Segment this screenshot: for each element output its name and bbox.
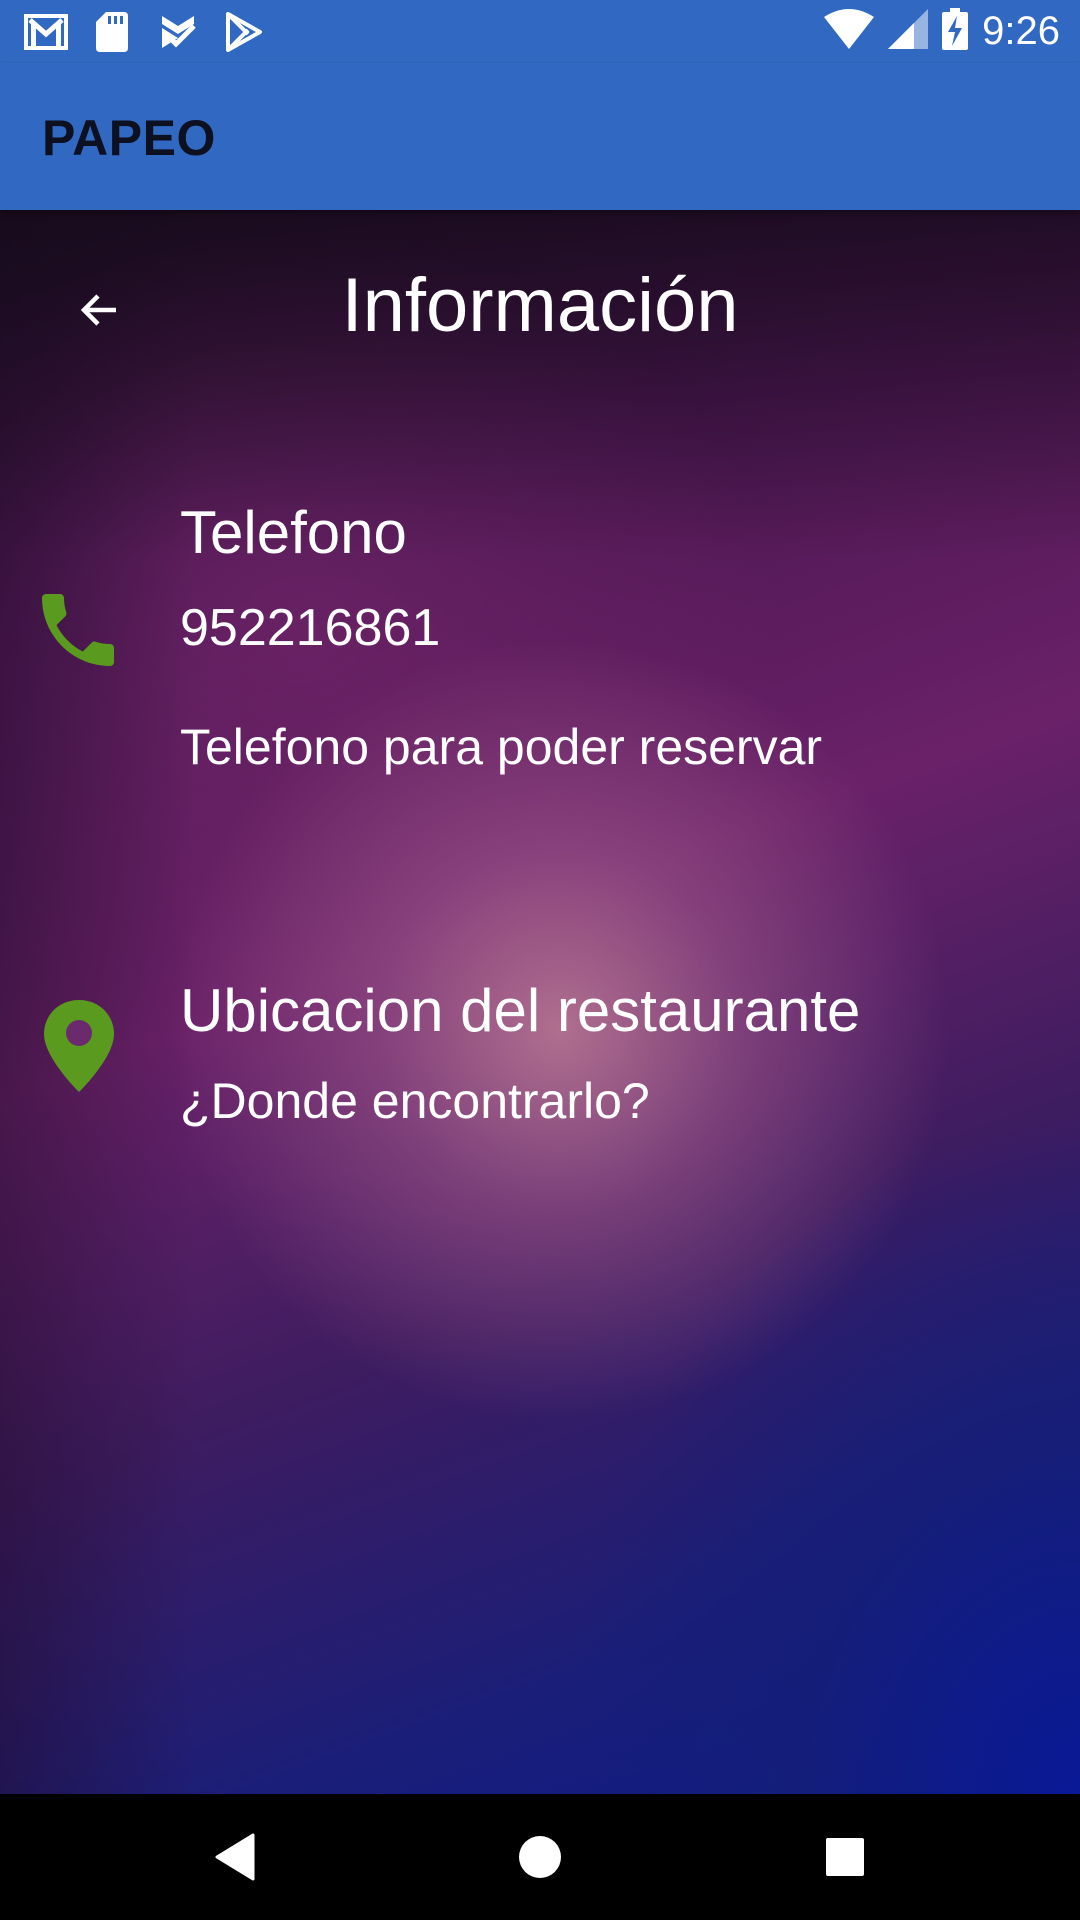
- system-nav-bar: [0, 1794, 1080, 1920]
- nav-back-button[interactable]: [200, 1822, 270, 1892]
- battery-charging-icon: [942, 7, 969, 55]
- nav-home-button[interactable]: [505, 1822, 575, 1892]
- app-screen: 9:26 PAPEO Información Telefono 95221686…: [0, 0, 1080, 1920]
- signal-icon: [888, 8, 929, 54]
- location-subtitle[interactable]: ¿Donde encontrarlo?: [180, 1072, 650, 1130]
- play-store-icon: [222, 10, 266, 54]
- phone-description: Telefono para poder reservar: [180, 719, 823, 775]
- location-pin-icon[interactable]: [44, 1000, 114, 1092]
- phone-number[interactable]: 952216861: [180, 598, 440, 658]
- status-time: 9:26: [982, 8, 1060, 53]
- status-bar: 9:26: [0, 0, 1080, 63]
- home-circle-icon: [519, 1836, 561, 1878]
- app-title: PAPEO: [42, 110, 216, 166]
- phone-icon[interactable]: [30, 582, 126, 678]
- recents-square-icon: [826, 1838, 864, 1876]
- app-bar: PAPEO: [0, 63, 1080, 210]
- wifi-icon: [824, 8, 875, 54]
- status-notification-icons: [24, 10, 266, 54]
- location-label[interactable]: Ubicacion del restaurante: [180, 976, 860, 1045]
- tasks-check-icon: [156, 10, 200, 54]
- phone-label: Telefono: [180, 499, 407, 566]
- page-title: Información: [341, 263, 739, 348]
- nav-recents-button[interactable]: [810, 1822, 880, 1892]
- status-system-icons: 9:26: [824, 7, 1060, 55]
- sd-card-icon: [90, 10, 134, 54]
- back-triangle-icon: [215, 1833, 255, 1881]
- info-content: Información Telefono 952216861 Telefono …: [0, 210, 1080, 1794]
- gmail-icon: [24, 10, 68, 54]
